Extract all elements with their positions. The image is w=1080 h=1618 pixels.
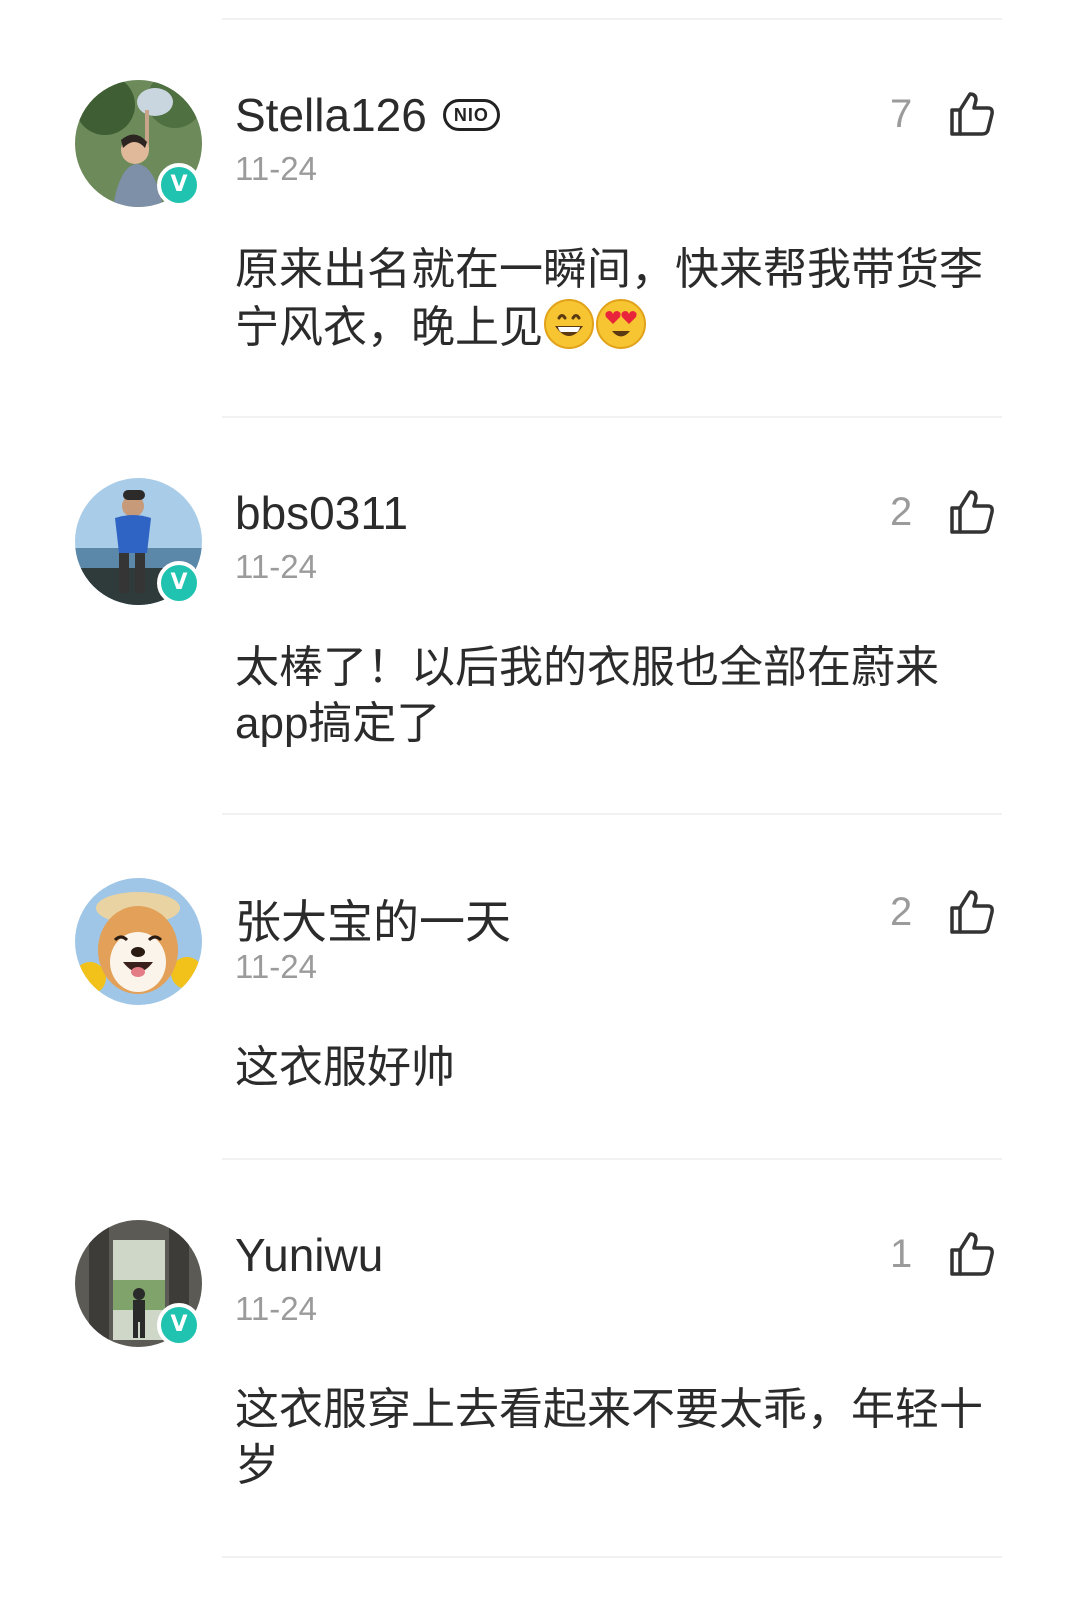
comment-text: 这衣服好帅	[235, 1043, 455, 1092]
username[interactable]: 张大宝的一天	[235, 886, 511, 952]
comment-date: 11-24	[235, 1290, 317, 1327]
like-count: 2	[890, 890, 913, 934]
heart-eyes-emoji	[596, 299, 646, 349]
divider-top	[222, 18, 1002, 20]
thumbs-up-icon[interactable]	[948, 90, 996, 138]
nio-badge: NIO	[442, 98, 500, 131]
verified-v-icon: V	[157, 561, 201, 605]
avatar[interactable]	[75, 878, 202, 1005]
username[interactable]: Stella126 NIO	[235, 88, 500, 142]
thumbs-up-icon[interactable]	[948, 488, 996, 536]
divider	[222, 1556, 1002, 1558]
comment-text: 这衣服穿上去看起来不要太乖，年轻十岁	[235, 1385, 983, 1490]
comment-date: 11-24	[235, 948, 317, 985]
comment-text: 原来出名就在一瞬间，快来帮我带货李宁风衣，晚上见	[235, 242, 1005, 356]
username[interactable]: Yuniwu	[235, 1228, 383, 1282]
thumbs-up-icon[interactable]	[948, 1230, 996, 1278]
comment-date: 11-24	[235, 150, 317, 187]
comment-date: 11-24	[235, 548, 317, 585]
like-count: 2	[890, 490, 913, 534]
username[interactable]: bbs0311	[235, 486, 408, 540]
divider	[222, 813, 1002, 815]
divider	[222, 1158, 1002, 1160]
username-text: Stella126	[235, 89, 427, 141]
grinning-face-emoji	[544, 299, 594, 349]
thumbs-up-icon[interactable]	[948, 888, 996, 936]
like-count: 1	[890, 1232, 913, 1276]
verified-v-icon: V	[157, 163, 201, 207]
like-count: 7	[890, 92, 913, 136]
divider	[222, 416, 1002, 418]
verified-v-icon: V	[157, 1303, 201, 1347]
comment-text: 太棒了！以后我的衣服也全部在蔚来app搞定了	[235, 643, 939, 748]
